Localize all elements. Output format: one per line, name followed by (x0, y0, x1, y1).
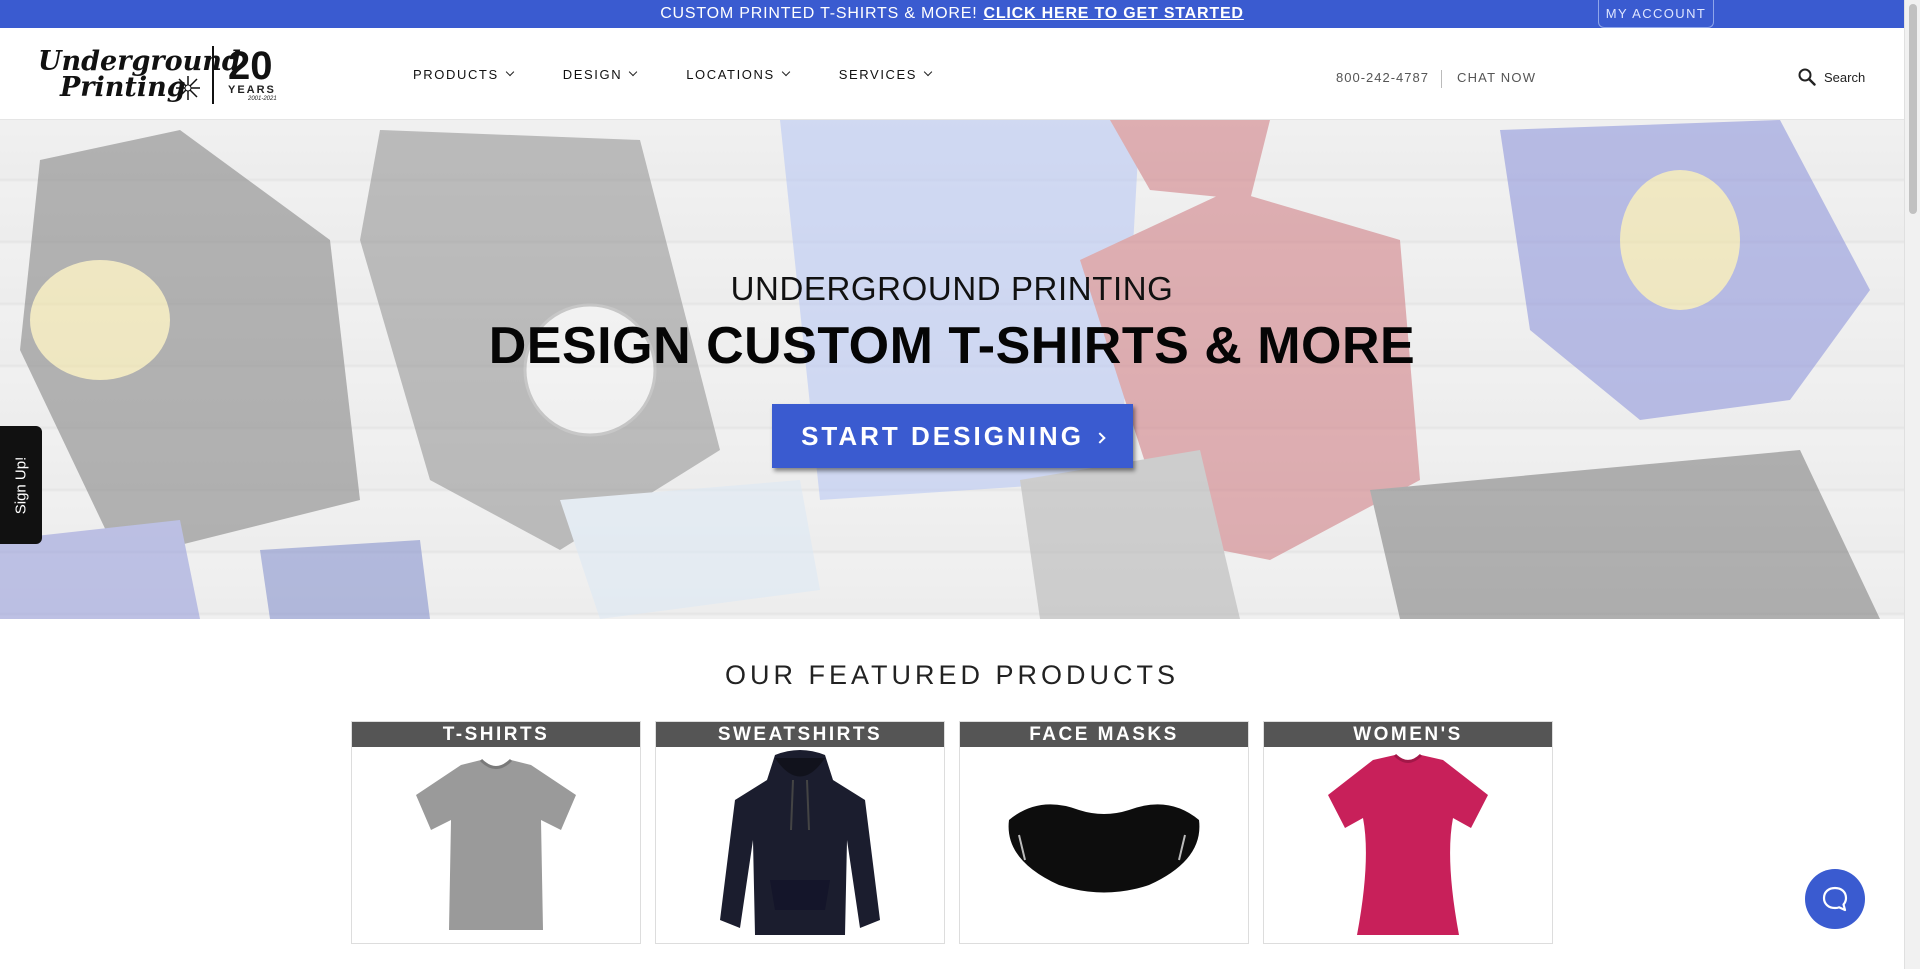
nav-label: LOCATIONS (686, 66, 775, 82)
product-card-womens[interactable]: WOMEN'S (1263, 721, 1553, 944)
cta-label: START DESIGNING (801, 420, 1084, 451)
promo-link[interactable]: CLICK HERE TO GET STARTED (983, 5, 1243, 23)
nav-label: SERVICES (838, 66, 918, 82)
promo-text: CUSTOM PRINTED T-SHIRTS & MORE! (660, 5, 978, 22)
search-button[interactable]: Search (1798, 68, 1865, 86)
chevron-right-icon (1094, 432, 1106, 444)
sign-up-label: Sign Up! (12, 456, 30, 514)
nav-item-locations[interactable]: LOCATIONS (686, 66, 791, 82)
site-logo[interactable]: Underground Printing 20 YEARS 2001-2021 (38, 40, 278, 110)
product-card-label: SWEATSHIRTS (656, 722, 944, 747)
hero-title: DESIGN CUSTOM T-SHIRTS & MORE (488, 317, 1416, 375)
product-card-t-shirts[interactable]: T-SHIRTS (351, 721, 641, 944)
t-shirt-image (352, 747, 640, 943)
hoodie-image (656, 747, 944, 943)
product-card-label: FACE MASKS (960, 722, 1248, 747)
site-header: Underground Printing 20 YEARS 2001-2021 … (0, 28, 1904, 120)
years-label: YEARS (228, 84, 276, 96)
years-dates: 2001-2021 (248, 96, 277, 102)
nav-item-services[interactable]: SERVICES (838, 66, 933, 82)
womens-shirt-image (1264, 747, 1552, 943)
nav-item-products[interactable]: PRODUCTS (413, 66, 514, 82)
chevron-down-icon (505, 67, 514, 77)
years-number: 20 (228, 44, 273, 88)
search-label: Search (1824, 69, 1866, 85)
hero-banner: UNDERGROUND PRINTING DESIGN CUSTOM T-SHI… (0, 120, 1904, 619)
chat-widget-button[interactable] (1805, 869, 1865, 929)
main-nav: PRODUCTS DESIGN LOCATIONS SERVICES (413, 28, 981, 120)
chevron-down-icon (923, 67, 933, 77)
product-card-sweatshirts[interactable]: SWEATSHIRTS (655, 721, 945, 944)
hero-eyebrow: UNDERGROUND PRINTING (730, 270, 1174, 307)
featured-heading: OUR FEATURED PRODUCTS (724, 660, 1179, 690)
anniversary-badge: 20 YEARS 2001-2021 (228, 44, 277, 102)
product-card-face-masks[interactable]: FACE MASKS (959, 721, 1249, 944)
logo-divider (212, 46, 214, 104)
chat-bubble-icon (1822, 886, 1848, 912)
chevron-down-icon (781, 67, 791, 77)
nav-label: DESIGN (562, 66, 623, 82)
product-card-label: WOMEN'S (1264, 722, 1552, 747)
contact-divider (1441, 70, 1442, 88)
product-card-label: T-SHIRTS (352, 722, 640, 747)
scrollbar-thumb[interactable] (1909, 4, 1917, 214)
chat-now-link[interactable]: CHAT NOW (1457, 70, 1536, 85)
firework-icon (176, 76, 200, 100)
featured-products-grid: T-SHIRTS SWEATSHIRTS FACE MASKS WOMEN'S (351, 721, 1567, 944)
sign-up-tab[interactable]: Sign Up! (0, 426, 42, 544)
face-mask-image (960, 747, 1248, 943)
phone-number-link[interactable]: 800-242-4787 (1336, 70, 1429, 85)
start-designing-button[interactable]: START DESIGNING (772, 404, 1133, 468)
logo-wordmark: Underground Printing (38, 48, 241, 103)
logo-line-2: Printing (60, 72, 186, 103)
page-scrollbar[interactable] (1904, 0, 1920, 969)
chevron-down-icon (628, 67, 638, 77)
nav-label: PRODUCTS (413, 66, 499, 82)
my-account-button[interactable]: MY ACCOUNT (1598, 0, 1714, 28)
search-icon (1798, 68, 1816, 86)
nav-item-design[interactable]: DESIGN (562, 66, 638, 82)
